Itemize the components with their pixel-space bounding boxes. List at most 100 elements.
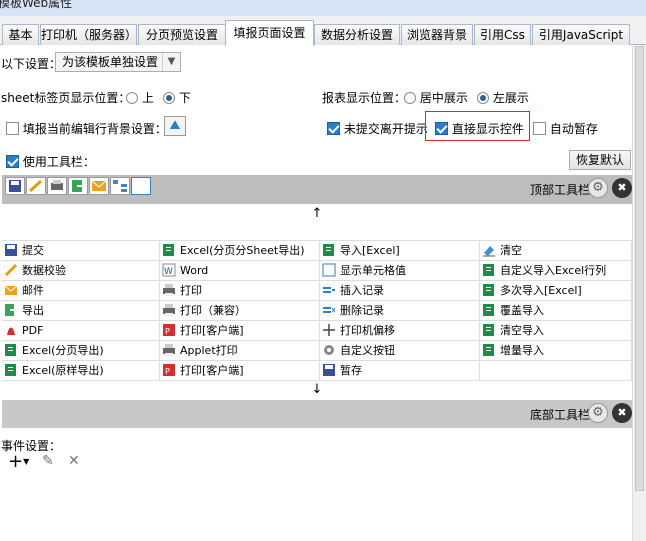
toolbar-button-option[interactable]: 导出	[2, 301, 160, 321]
svg-text:P: P	[165, 367, 170, 376]
toolbar-button-option-label: Excel(原样导出)	[22, 364, 104, 377]
report-position-center-option[interactable]: 居中展示	[404, 89, 468, 106]
tab-page-preview[interactable]: 分页预览设置	[138, 24, 226, 45]
toolbar-button-option-label: 自定义按钮	[340, 344, 395, 357]
auto-save-label: 自动暂存	[549, 122, 598, 136]
move-down-arrow-icon[interactable]: ↓	[2, 380, 632, 400]
eraser-icon	[482, 243, 496, 257]
unsubmitted-prompt-option[interactable]: 未提交离开提示	[327, 120, 428, 137]
auto-save-option[interactable]: 自动暂存	[533, 120, 598, 137]
save-icon[interactable]	[5, 177, 25, 195]
toolbar-button-option[interactable]: 自定义导入Excel行列	[480, 261, 632, 281]
window-titlebar: 模板Web属性	[0, 0, 646, 16]
toolbar-button-option-label: 打印[客户端]	[180, 364, 244, 377]
print-icon	[162, 303, 176, 317]
toolbar-button-option-label: Applet打印	[180, 344, 238, 357]
toolbar-button-option[interactable]: 删除记录	[320, 301, 480, 321]
toolbar-button-option[interactable]: 打印	[160, 281, 320, 301]
toolbar-button-option[interactable]: 打印（兼容）	[160, 301, 320, 321]
tab-printer-server[interactable]: 打印机（服务器）	[40, 24, 137, 45]
bottom-toolbar-gear-icon[interactable]: ⚙	[588, 403, 608, 423]
direct-controls-option[interactable]: 直接显示控件	[435, 120, 524, 137]
unsubmitted-prompt-checkbox[interactable]	[327, 122, 340, 135]
row-background-option[interactable]: 填报当前编辑行背景设置：	[6, 120, 167, 137]
settings-scope-select[interactable]: 为该模板单独设置 ▼	[55, 52, 181, 72]
tab-fill-page-settings[interactable]: 填报页面设置	[225, 20, 314, 46]
use-toolbar-option[interactable]: 使用工具栏：	[6, 153, 95, 170]
edit-event-icon[interactable]: ✎	[42, 453, 54, 469]
toolbar-button-option[interactable]: 邮件	[2, 281, 160, 301]
top-toolbar-gear-icon[interactable]: ⚙	[588, 178, 608, 198]
toolbar-button-option[interactable]: 数据校验	[2, 261, 160, 281]
toolbar-button-option[interactable]: 覆盖导入	[480, 301, 632, 321]
toolbar-button-option[interactable]: 增量导入	[480, 341, 632, 361]
chevron-down-icon[interactable]: ▼	[162, 53, 180, 71]
sheet-position-bottom-option[interactable]: 下	[163, 89, 191, 106]
toolbar-button-option-label: 邮件	[22, 284, 44, 297]
toolbar-button-option[interactable]: 自定义按钮	[320, 341, 480, 361]
toolbar-button-option[interactable]: Excel(分页导出)	[2, 341, 160, 361]
restore-default-button[interactable]: 恢复默认	[569, 150, 631, 170]
toolbar-button-option[interactable]: Excel(分页分Sheet导出)	[160, 241, 320, 261]
sheet-tab-position-label: sheet标签页显示位置：	[1, 91, 131, 105]
auto-save-checkbox[interactable]	[533, 122, 546, 135]
tab-javascript[interactable]: 引用JavaScript	[532, 24, 630, 45]
excel-icon	[4, 343, 18, 357]
toolbar-button-option[interactable]: P 打印[客户端]	[160, 361, 320, 381]
sheet-position-top-option[interactable]: 上	[126, 89, 154, 106]
bottom-toolbar-close-icon[interactable]: ✖	[612, 403, 632, 423]
toolbar-button-option[interactable]: 显示单元格值	[320, 261, 480, 281]
tab-browser-background[interactable]: 浏览器背景	[401, 24, 473, 45]
toolbar-button-option[interactable]: 清空	[480, 241, 632, 261]
radio-center[interactable]	[404, 92, 416, 104]
tab-basic[interactable]: 基本	[2, 24, 39, 45]
toolbar-button-option[interactable]: 清空导入	[480, 321, 632, 341]
delete-event-icon[interactable]: ✕	[68, 453, 80, 469]
toolbar-button-option-label: 打印（兼容）	[180, 304, 246, 317]
toolbar-button-option[interactable]: PDF	[2, 321, 160, 341]
blank-icon[interactable]	[131, 177, 151, 195]
vertical-scrollbar[interactable]	[632, 46, 646, 541]
toolbar-button-option-label: 插入记录	[340, 284, 384, 297]
toolbar-button-option[interactable]: 插入记录	[320, 281, 480, 301]
gear-icon	[322, 343, 336, 357]
toolbar-button-option[interactable]: 打印机偏移	[320, 321, 480, 341]
use-toolbar-checkbox[interactable]	[6, 155, 19, 168]
insert-row-icon	[322, 283, 336, 297]
export-icon[interactable]	[68, 177, 88, 195]
toolbar-button-option[interactable]: Excel(原样导出)	[2, 361, 160, 381]
toolbar-button-option[interactable]: W Word	[160, 261, 320, 281]
toolbar-button-option[interactable]: 提交	[2, 241, 160, 261]
toolbar-button-option[interactable]: P 打印[客户端]	[160, 321, 320, 341]
top-toolbar-close-icon[interactable]: ✖	[612, 178, 632, 198]
tree-icon[interactable]	[110, 177, 130, 195]
radio-left[interactable]	[477, 92, 489, 104]
add-event-icon[interactable]: +▼	[8, 451, 29, 472]
print-icon[interactable]	[47, 177, 67, 195]
email-icon[interactable]	[89, 177, 109, 195]
verify-icon[interactable]	[26, 177, 46, 195]
row-background-checkbox[interactable]	[6, 122, 19, 135]
window-title: 模板Web属性	[0, 0, 73, 10]
toolbar-button-option[interactable]: 多次导入[Excel]	[480, 281, 632, 301]
toolbar-button-option[interactable]: 导入[Excel]	[320, 241, 480, 261]
radio-bottom[interactable]	[163, 92, 175, 104]
scrollbar-thumb[interactable]	[635, 46, 644, 491]
paint-bucket-icon[interactable]: ⛰	[164, 116, 186, 136]
toolbar-button-option-label: Excel(分页分Sheet导出)	[180, 244, 305, 257]
toolbar-button-option-label: 增量导入	[500, 344, 544, 357]
direct-controls-checkbox[interactable]	[435, 122, 448, 135]
pdf-print-icon: P	[162, 363, 176, 377]
toolbar-button-option[interactable]: 暂存	[320, 361, 480, 381]
move-up-arrow-icon[interactable]: ↑	[2, 204, 632, 224]
toolbar-button-option[interactable]: Applet打印	[160, 341, 320, 361]
tab-data-analysis[interactable]: 数据分析设置	[314, 24, 400, 45]
save-icon	[4, 243, 18, 257]
report-position-left-option[interactable]: 左展示	[477, 89, 529, 106]
toolbar-button-option-label: 自定义导入Excel行列	[500, 264, 607, 277]
tab-css[interactable]: 引用Css	[474, 24, 531, 45]
toolbar-button-option-label: 打印[客户端]	[180, 324, 244, 337]
move-icon	[322, 323, 336, 337]
excel-icon	[482, 343, 496, 357]
radio-top[interactable]	[126, 92, 138, 104]
